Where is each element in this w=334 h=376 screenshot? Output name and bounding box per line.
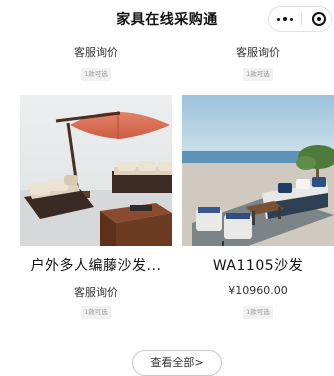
capsule-divider (301, 13, 302, 25)
product-variant-badge: 1款可选 (243, 306, 273, 319)
product-variant-badge: 1款可选 (81, 306, 111, 319)
view-all-button[interactable]: 查看全部> (132, 350, 222, 376)
header: 家具在线采购通 (0, 0, 334, 40)
product-price: ¥10960.00 (228, 284, 288, 297)
close-icon[interactable] (312, 12, 326, 26)
more-icon[interactable] (269, 7, 301, 31)
prev-product-price: 客服询价 (74, 46, 118, 59)
product-price: 客服询价 (74, 286, 118, 299)
prev-product-badge: 1款可选 (81, 68, 111, 81)
product-name[interactable]: 户外多人编藤沙发... (20, 255, 172, 275)
product-name[interactable]: WA1105沙发 (182, 255, 334, 275)
mini-program-capsule (268, 6, 332, 32)
prev-product-badge: 1款可选 (243, 68, 273, 81)
prev-product-price: 客服询价 (236, 46, 280, 59)
product-image[interactable] (20, 95, 172, 246)
product-image[interactable] (182, 95, 334, 246)
